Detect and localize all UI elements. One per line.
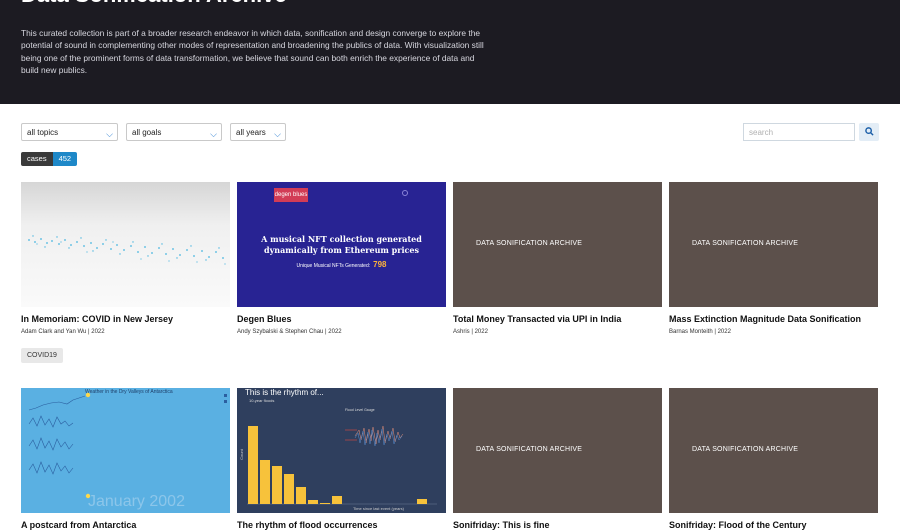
nft-count-label: Unique Musical NFTs Generated:	[296, 263, 371, 269]
y-axis-label: Count	[238, 449, 244, 460]
case-title[interactable]: A postcard from Antarctica	[21, 520, 136, 530]
case-thumbnail[interactable]: degen blues A musical NFT collection gen…	[237, 182, 446, 307]
histogram-image	[247, 425, 437, 505]
case-title[interactable]: In Memoriam: COVID in New Jersey	[21, 314, 173, 324]
search-button[interactable]	[859, 123, 879, 141]
filter-bar: all topics ⌵ all goals ⌵ all years ⌵	[0, 123, 900, 143]
goals-select-value: all goals	[132, 128, 162, 137]
thumbnail-subtitle: Unique Musical NFTs Generated: 798	[237, 260, 446, 269]
scatter-dots-image	[28, 235, 226, 265]
case-tag[interactable]: COVID19	[21, 348, 63, 363]
case-title[interactable]: Degen Blues	[237, 314, 292, 324]
chevron-down-icon: ⌵	[274, 129, 281, 139]
case-count-label: cases	[21, 152, 53, 166]
case-title[interactable]: Sonifriday: Flood of the Century	[669, 520, 807, 530]
topics-select-value: all topics	[27, 128, 59, 137]
thumbnail-headline: A musical NFT collection generated dynam…	[261, 234, 422, 255]
chevron-down-icon: ⌵	[106, 129, 113, 139]
page-title: Data Sonification Archive	[21, 0, 287, 8]
years-select-value: all years	[236, 128, 266, 137]
case-title[interactable]: Total Money Transacted via UPI in India	[453, 314, 621, 324]
case-meta: Ashris | 2022	[453, 329, 488, 335]
years-select[interactable]: all years ⌵	[230, 123, 286, 141]
case-meta: Adam Clark and Yan Wu | 2022	[21, 329, 105, 335]
case-meta: Andy Szybalski & Stephen Chau | 2022	[237, 329, 342, 335]
page-header: Data Sonification Archive This curated c…	[0, 0, 900, 104]
degen-logo: degen blues	[274, 188, 308, 202]
case-meta: Barnas Monteith | 2022	[669, 329, 731, 335]
case-thumbnail[interactable]: DATA SONIFICATION ARCHIVE	[669, 182, 878, 307]
case-count-badge: cases 452	[21, 152, 78, 166]
search-input[interactable]	[743, 123, 855, 141]
placeholder-label: DATA SONIFICATION ARCHIVE	[476, 446, 583, 453]
chevron-down-icon: ⌵	[210, 129, 217, 139]
circle-icon	[402, 190, 408, 196]
case-thumbnail[interactable]: DATA SONIFICATION ARCHIVE	[453, 182, 662, 307]
case-thumbnail[interactable]: Weather in the Dry Valleys of Antarctica…	[21, 388, 230, 513]
goals-select[interactable]: all goals ⌵	[126, 123, 222, 141]
placeholder-label: DATA SONIFICATION ARCHIVE	[692, 446, 799, 453]
case-thumbnail[interactable]	[21, 182, 230, 307]
case-title[interactable]: The rhythm of flood occurrences	[237, 520, 378, 530]
case-thumbnail[interactable]: This is the rhythm of... 10-year floods …	[237, 388, 446, 513]
nft-count-value: 798	[373, 260, 387, 269]
page-description: This curated collection is part of a bro…	[21, 28, 484, 76]
placeholder-label: DATA SONIFICATION ARCHIVE	[476, 240, 583, 247]
topics-select[interactable]: all topics ⌵	[21, 123, 118, 141]
placeholder-label: DATA SONIFICATION ARCHIVE	[692, 240, 799, 247]
thumbnail-date: January 2002	[88, 493, 185, 510]
x-axis-label: Time since last event (years)	[353, 506, 404, 511]
search-icon	[864, 126, 874, 136]
case-title[interactable]: Sonifriday: This is fine	[453, 520, 550, 530]
case-thumbnail[interactable]: DATA SONIFICATION ARCHIVE	[669, 388, 878, 513]
case-thumbnail[interactable]: DATA SONIFICATION ARCHIVE	[453, 388, 662, 513]
case-count-value: 452	[52, 152, 78, 166]
case-title[interactable]: Mass Extinction Magnitude Data Sonificat…	[669, 314, 861, 324]
